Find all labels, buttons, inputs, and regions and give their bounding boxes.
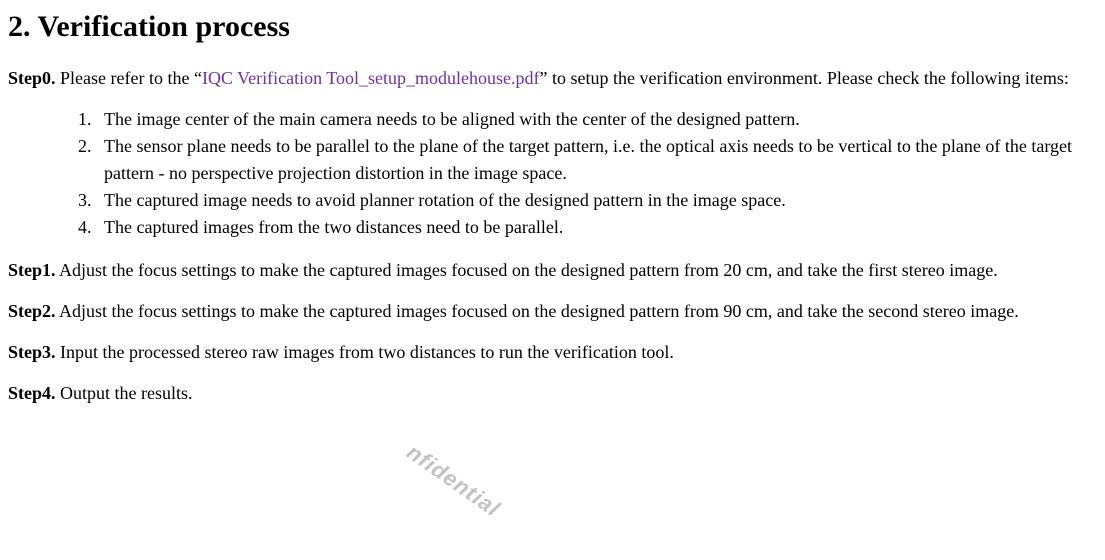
step3-text: Input the processed stereo raw images fr… bbox=[56, 342, 674, 362]
check-item: The sensor plane needs to be parallel to… bbox=[96, 133, 1097, 187]
step2-paragraph: Step2. Adjust the focus settings to make… bbox=[8, 298, 1097, 325]
step1-label: Step1. bbox=[8, 260, 56, 280]
step0-label: Step0. bbox=[8, 68, 56, 88]
check-list: The image center of the main camera need… bbox=[8, 106, 1097, 241]
step3-label: Step3. bbox=[8, 342, 56, 362]
check-item: The captured images from the two distanc… bbox=[96, 214, 1097, 241]
step2-label: Step2. bbox=[8, 301, 56, 321]
step0-paragraph: Step0. Please refer to the “IQC Verifica… bbox=[8, 65, 1097, 92]
step4-text: Output the results. bbox=[56, 383, 193, 403]
section-heading: 2. Verification process bbox=[8, 4, 1097, 49]
step1-text: Adjust the focus settings to make the ca… bbox=[56, 260, 998, 280]
confidential-watermark: nfidential bbox=[400, 436, 507, 525]
check-item: The captured image needs to avoid planne… bbox=[96, 187, 1097, 214]
step1-paragraph: Step1. Adjust the focus settings to make… bbox=[8, 257, 1097, 284]
check-item: The image center of the main camera need… bbox=[96, 106, 1097, 133]
setup-pdf-link[interactable]: IQC Verification Tool_setup_modulehouse.… bbox=[202, 68, 540, 88]
step4-label: Step4. bbox=[8, 383, 56, 403]
step2-text: Adjust the focus settings to make the ca… bbox=[56, 301, 1019, 321]
step3-paragraph: Step3. Input the processed stereo raw im… bbox=[8, 339, 1097, 366]
step4-paragraph: Step4. Output the results. bbox=[8, 380, 1097, 407]
step0-pre-link-text: Please refer to the “ bbox=[56, 68, 202, 88]
step0-post-link-text: ” to setup the verification environment.… bbox=[539, 68, 1068, 88]
